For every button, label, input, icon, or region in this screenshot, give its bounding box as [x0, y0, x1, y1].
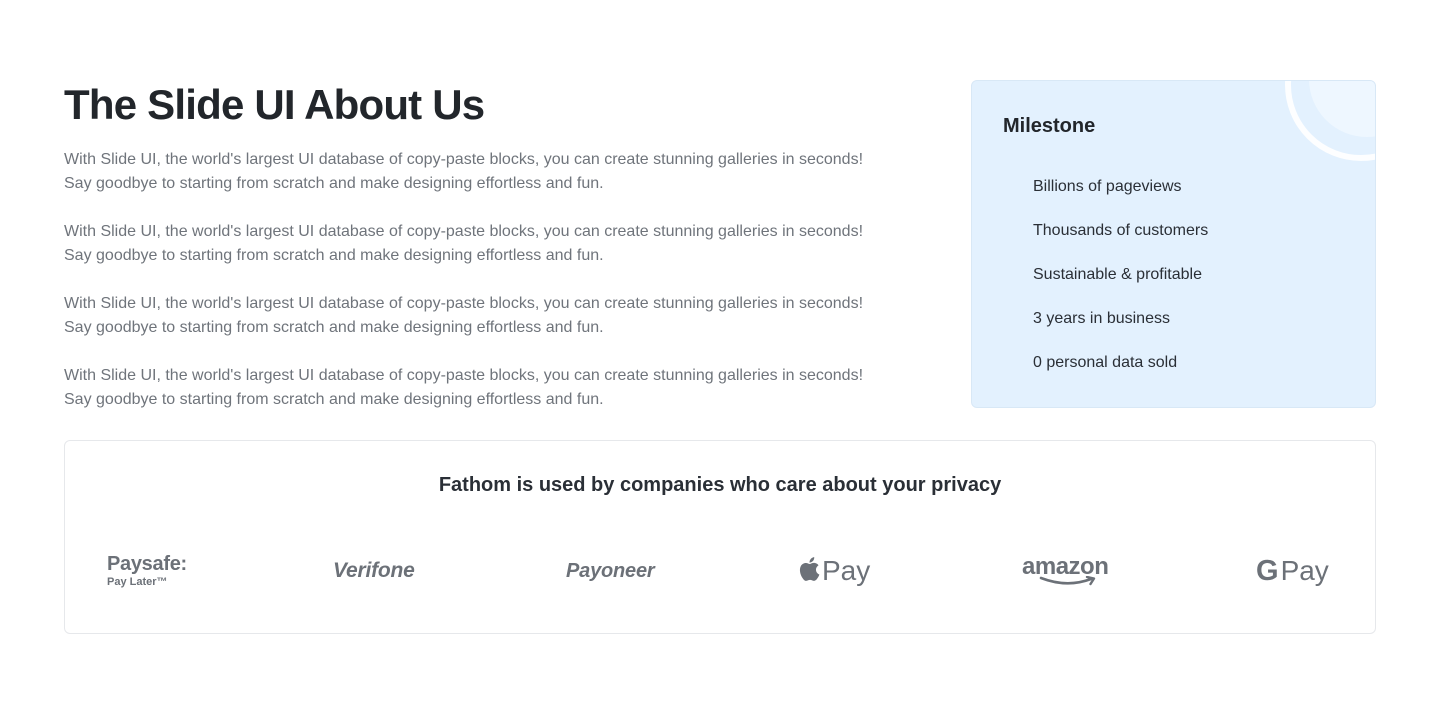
milestone-item: Sustainable & profitable	[1033, 266, 1202, 283]
company-logos: Paysafe: Pay Later™ Verifone Payoneer Pa…	[65, 546, 1375, 596]
decorative-circle-ring	[1285, 81, 1375, 161]
google-pay-logo: G Pay	[1256, 546, 1329, 596]
companies-heading: Fathom is used by companies who care abo…	[438, 474, 1002, 496]
about-section: The Slide UI About Us With Slide UI, the…	[64, 80, 944, 412]
companies-section: Fathom is used by companies who care abo…	[64, 440, 1376, 634]
milestone-item: 0 personal data sold	[1033, 354, 1178, 371]
milestone-card: Milestone Billions of pageviews Thousand…	[971, 80, 1376, 408]
apple-icon	[799, 557, 820, 581]
page: The Slide UI About Us With Slide UI, the…	[0, 0, 1440, 715]
paysafe-logo-sub: Pay Later™	[107, 576, 168, 588]
apple-pay-logo: Pay	[798, 546, 870, 596]
verifone-logo: Verifone	[333, 559, 415, 582]
milestone-item: 3 years in business	[1033, 310, 1170, 327]
amazon-logo-word: amazon	[1022, 553, 1109, 580]
about-paragraph: With Slide UI, the world's largest UI da…	[64, 367, 864, 408]
milestone-item: Billions of pageviews	[1033, 178, 1182, 195]
paysafe-logo-main: Paysafe:	[107, 553, 187, 575]
milestone-list: Billions of pageviews Thousands of custo…	[1033, 177, 1208, 397]
about-paragraph: With Slide UI, the world's largest UI da…	[64, 151, 864, 192]
page-title: The Slide UI About Us	[64, 81, 485, 128]
about-paragraph: With Slide UI, the world's largest UI da…	[64, 295, 864, 336]
milestone-title: Milestone	[1003, 115, 1096, 137]
milestone-item: Thousands of customers	[1033, 222, 1209, 239]
about-paragraph: With Slide UI, the world's largest UI da…	[64, 223, 864, 264]
paysafe-logo: Paysafe: Pay Later™	[107, 546, 187, 596]
google-pay-text: Pay	[1280, 555, 1329, 586]
apple-pay-text: Pay	[822, 555, 871, 586]
about-paragraphs: With Slide UI, the world's largest UI da…	[64, 148, 944, 412]
amazon-logo: amazon	[1022, 546, 1109, 596]
amazon-smile-icon	[1039, 576, 1096, 586]
google-g-icon: G	[1256, 554, 1279, 587]
payoneer-logo: Payoneer	[566, 559, 655, 582]
